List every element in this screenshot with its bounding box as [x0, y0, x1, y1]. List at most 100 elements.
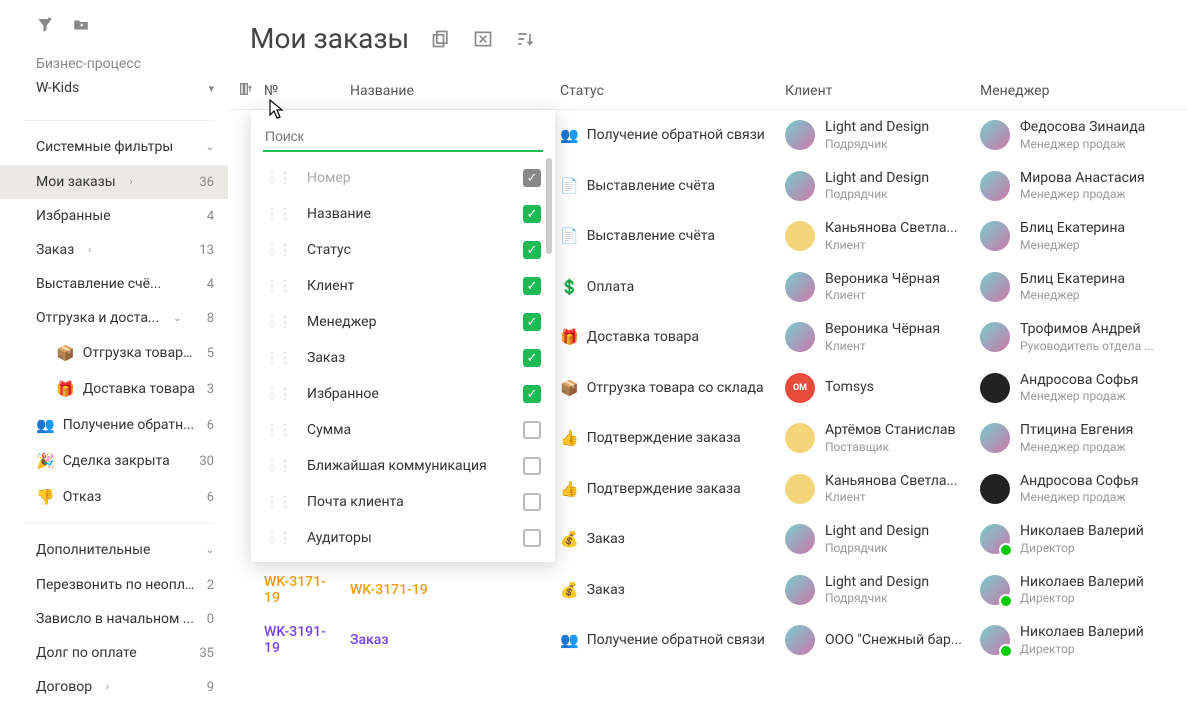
sidebar-item[interactable]: Перезвонить по неопл...2	[0, 568, 228, 602]
drag-handle-icon[interactable]: ⋮⋮	[265, 314, 291, 330]
scrollbar-thumb[interactable]	[546, 158, 552, 254]
row-client[interactable]: Light and DesignПодрядчик	[785, 119, 980, 152]
column-toggle-checkbox[interactable]: ✓	[523, 349, 541, 367]
system-filters-group[interactable]: Системные фильтры ⌄	[0, 129, 228, 165]
workspace-selector[interactable]: W-Kids ▾	[0, 76, 228, 100]
column-toggle-checkbox[interactable]	[523, 529, 541, 547]
row-manager[interactable]: Николаев ВалерийДиректор	[980, 523, 1170, 556]
column-picker-item[interactable]: ⋮⋮Почта клиента	[251, 484, 555, 520]
drag-handle-icon[interactable]: ⋮⋮	[265, 494, 291, 510]
row-client[interactable]: Каньянова Светла...Клиент	[785, 473, 980, 506]
chevron-icon: ⌄	[173, 313, 181, 324]
status-label: Получение обратной связи	[587, 127, 765, 143]
sidebar-item[interactable]: 📦Отгрузка товара ...5	[0, 335, 228, 371]
folder-add-icon[interactable]	[72, 16, 90, 34]
sidebar-item[interactable]: 👥Получение обратн...6	[0, 407, 228, 443]
col-header-manager[interactable]: Менеджер	[980, 83, 1170, 99]
column-toggle-checkbox[interactable]	[523, 493, 541, 511]
sidebar-item-count: 5	[196, 346, 214, 361]
column-toggle-checkbox[interactable]: ✓	[523, 277, 541, 295]
row-client[interactable]: OMTomsys	[785, 373, 980, 403]
column-toggle-checkbox[interactable]: ✓	[523, 205, 541, 223]
row-client[interactable]: Light and DesignПодрядчик	[785, 574, 980, 607]
row-client[interactable]: Каньянова Светла...Клиент	[785, 220, 980, 253]
row-number[interactable]: WK-3191-19	[264, 624, 350, 656]
row-manager[interactable]: Николаев ВалерийДиректор	[980, 574, 1170, 607]
row-manager[interactable]: Андросова СофьяМенеджер продаж	[980, 372, 1170, 405]
drag-handle-icon[interactable]: ⋮⋮	[265, 242, 291, 258]
table-row[interactable]: WK-3191-19Заказ👥Получение обратной связи…	[228, 615, 1187, 666]
sidebar-item[interactable]: 🎉Сделка закрыта30	[0, 443, 228, 479]
sidebar-item-count: 8	[196, 311, 214, 326]
drag-handle-icon[interactable]: ⋮⋮	[265, 206, 291, 222]
sidebar-item[interactable]: Мои заказы›36	[0, 165, 228, 199]
row-manager[interactable]: Николаев ВалерийДиректор	[980, 624, 1170, 657]
column-picker-item[interactable]: ⋮⋮Клиент✓	[251, 268, 555, 304]
drag-handle-icon[interactable]: ⋮⋮	[265, 386, 291, 402]
column-picker-item[interactable]: ⋮⋮Менеджер✓	[251, 304, 555, 340]
row-manager[interactable]: Андросова СофьяМенеджер продаж	[980, 473, 1170, 506]
manager-name: Николаев Валерий	[1020, 523, 1144, 541]
row-manager[interactable]: Птицина ЕвгенияМенеджер продаж	[980, 422, 1170, 455]
drag-handle-icon[interactable]: ⋮⋮	[265, 350, 291, 366]
column-picker-item[interactable]: ⋮⋮Ближайшая коммуникация	[251, 448, 555, 484]
sidebar-item[interactable]: Выставление счё...4	[0, 267, 228, 301]
column-toggle-checkbox[interactable]	[523, 421, 541, 439]
row-manager[interactable]: Трофимов АндрейРуководитель отдела ...	[980, 321, 1170, 354]
drag-handle-icon[interactable]: ⋮⋮	[265, 458, 291, 474]
column-picker-item[interactable]: ⋮⋮Статус✓	[251, 232, 555, 268]
column-toggle-checkbox[interactable]: ✓	[523, 385, 541, 403]
sidebar-item[interactable]: 👎Отказ6	[0, 479, 228, 515]
column-picker-item[interactable]: ⋮⋮Название✓	[251, 196, 555, 232]
sidebar-item[interactable]: Заказ›13	[0, 233, 228, 267]
sidebar-item-icon: 📦	[56, 344, 75, 362]
drag-handle-icon[interactable]: ⋮⋮	[265, 278, 291, 294]
row-name[interactable]: WK-3171-19	[350, 582, 560, 598]
column-picker-item[interactable]: ⋮⋮Номер✓	[251, 160, 555, 196]
column-picker-item[interactable]: ⋮⋮Сумма	[251, 412, 555, 448]
excel-export-icon[interactable]	[473, 29, 493, 49]
column-toggle-checkbox[interactable]	[523, 457, 541, 475]
column-picker-item[interactable]: ⋮⋮Аудиторы	[251, 520, 555, 556]
col-header-name[interactable]: Название	[350, 83, 560, 99]
column-picker-item[interactable]: ⋮⋮Заказ✓	[251, 340, 555, 376]
row-manager[interactable]: Мирова АнастасияМенеджер продаж	[980, 170, 1170, 203]
row-client[interactable]: Вероника ЧёрнаяКлиент	[785, 271, 980, 304]
avatar	[785, 322, 815, 352]
sort-icon[interactable]	[515, 29, 535, 49]
sidebar-item[interactable]: Зависло в начальном ...0	[0, 602, 228, 636]
sidebar-item[interactable]: Избранные4	[0, 199, 228, 233]
column-toggle-checkbox[interactable]: ✓	[523, 241, 541, 259]
column-config-button[interactable]	[228, 81, 264, 101]
column-toggle-checkbox[interactable]: ✓	[523, 169, 541, 187]
drag-handle-icon[interactable]: ⋮⋮	[265, 422, 291, 438]
sidebar-item[interactable]: Отгрузка и доста...⌄8	[0, 301, 228, 335]
row-client[interactable]: ООО "Снежный бар...	[785, 625, 980, 655]
additional-filters-group[interactable]: Дополнительные ⌄	[0, 532, 228, 568]
filter-add-icon[interactable]	[36, 16, 54, 34]
row-name[interactable]: Заказ	[350, 632, 560, 648]
sidebar-item[interactable]: Договор›9	[0, 670, 228, 704]
row-manager[interactable]: Блиц ЕкатеринаМенеджер	[980, 220, 1170, 253]
row-number[interactable]: WK-3171-19	[264, 574, 350, 606]
row-client[interactable]: Вероника ЧёрнаяКлиент	[785, 321, 980, 354]
drag-handle-icon[interactable]: ⋮⋮	[265, 530, 291, 546]
column-toggle-checkbox[interactable]: ✓	[523, 313, 541, 331]
row-status: 📦Отгрузка товара со склада	[560, 379, 785, 397]
row-client[interactable]: Light and DesignПодрядчик	[785, 170, 980, 203]
copy-icon[interactable]	[431, 29, 451, 49]
row-client[interactable]: Light and DesignПодрядчик	[785, 523, 980, 556]
manager-name: Птицина Евгения	[1020, 422, 1133, 440]
table-row[interactable]: WK-3171-19WK-3171-19💰ЗаказLight and Desi…	[228, 565, 1187, 616]
row-client[interactable]: Артёмов СтаниславПоставщик	[785, 422, 980, 455]
row-manager[interactable]: Блиц ЕкатеринаМенеджер	[980, 271, 1170, 304]
row-manager[interactable]: Федосова ЗинаидаМенеджер продаж	[980, 119, 1170, 152]
column-picker-search-input[interactable]	[263, 122, 543, 152]
col-header-number[interactable]: №	[264, 83, 350, 99]
col-header-client[interactable]: Клиент	[785, 83, 980, 99]
column-picker-item[interactable]: ⋮⋮Избранное✓	[251, 376, 555, 412]
drag-handle-icon[interactable]: ⋮⋮	[265, 170, 291, 186]
sidebar-item[interactable]: Долг по оплате35	[0, 636, 228, 670]
sidebar-item[interactable]: 🎁Доставка товара3	[0, 371, 228, 407]
col-header-status[interactable]: Статус	[560, 83, 785, 99]
